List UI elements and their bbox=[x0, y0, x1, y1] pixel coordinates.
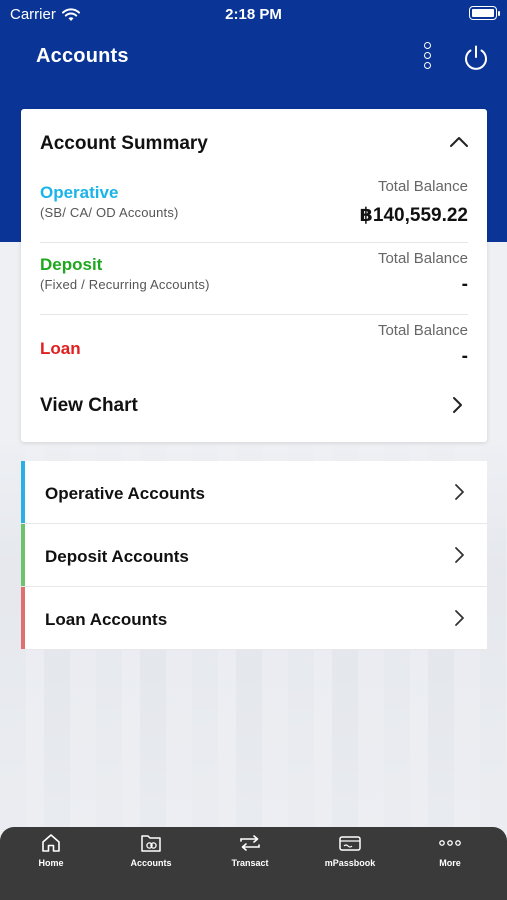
total-balance-label: Total Balance bbox=[377, 178, 468, 195]
tab-home[interactable]: Home bbox=[11, 833, 91, 868]
list-item-operative-accounts[interactable]: Operative Accounts bbox=[21, 461, 487, 524]
view-chart-link[interactable]: View Chart bbox=[40, 395, 138, 417]
home-icon bbox=[42, 834, 60, 852]
chevron-right-icon bbox=[455, 484, 464, 500]
tab-label: Home bbox=[38, 858, 64, 868]
battery-icon bbox=[469, 6, 500, 20]
tab-label: Transact bbox=[231, 858, 269, 868]
summary-row-deposit[interactable]: Deposit (Fixed / Recurring Accounts) Tot… bbox=[40, 243, 468, 315]
bottom-tab-bar: Home Accounts Transact mPassbook More bbox=[0, 827, 507, 900]
chevron-right-icon[interactable] bbox=[451, 396, 463, 414]
total-balance-label: Total Balance bbox=[377, 250, 468, 267]
row-subtitle-deposit: (Fixed / Recurring Accounts) bbox=[40, 277, 210, 292]
row-name-operative: Operative bbox=[40, 183, 119, 202]
list-item-deposit-accounts[interactable]: Deposit Accounts bbox=[21, 524, 487, 587]
list-item-label: Loan Accounts bbox=[45, 610, 168, 629]
tab-transact[interactable]: Transact bbox=[210, 833, 290, 868]
tab-label: mPassbook bbox=[324, 858, 376, 868]
row-subtitle-operative: (SB/ CA/ OD Accounts) bbox=[40, 205, 179, 220]
chevron-right-icon bbox=[455, 610, 464, 626]
passbook-card-icon bbox=[339, 836, 361, 851]
loan-color-bar bbox=[21, 587, 25, 649]
account-summary-card: Account Summary Operative (SB/ CA/ OD Ac… bbox=[21, 109, 487, 442]
list-item-label: Operative Accounts bbox=[45, 484, 205, 503]
chevron-right-icon bbox=[455, 547, 464, 563]
tab-label: Accounts bbox=[130, 858, 172, 868]
more-dots-icon bbox=[439, 840, 461, 846]
total-balance-value: ฿140,559.22 bbox=[359, 205, 468, 226]
row-name-loan: Loan bbox=[40, 339, 81, 358]
deposit-color-bar bbox=[21, 524, 25, 586]
total-balance-value: - bbox=[461, 274, 468, 295]
summary-row-loan[interactable]: Loan Total Balance - bbox=[40, 315, 468, 387]
status-bar: Carrier 2:18 PM bbox=[0, 0, 507, 30]
account-type-list: Operative Accounts Deposit Accounts Loan… bbox=[21, 461, 487, 650]
operative-color-bar bbox=[21, 461, 25, 523]
kebab-menu-icon[interactable] bbox=[420, 42, 434, 74]
total-balance-value: - bbox=[461, 346, 468, 367]
page-title: Accounts bbox=[36, 45, 129, 67]
transfer-arrows-icon bbox=[240, 835, 260, 851]
list-item-loan-accounts[interactable]: Loan Accounts bbox=[21, 587, 487, 650]
clock: 2:18 PM bbox=[225, 6, 282, 23]
summary-title: Account Summary bbox=[40, 133, 208, 154]
power-icon[interactable] bbox=[462, 44, 490, 72]
tab-accounts[interactable]: Accounts bbox=[111, 833, 191, 868]
chevron-up-icon[interactable] bbox=[449, 135, 469, 149]
row-name-deposit: Deposit bbox=[40, 255, 103, 274]
tab-label: More bbox=[439, 858, 461, 868]
tab-more[interactable]: More bbox=[410, 833, 490, 868]
total-balance-label: Total Balance bbox=[377, 322, 468, 339]
accounts-folder-icon bbox=[141, 835, 161, 852]
summary-row-operative[interactable]: Operative (SB/ CA/ OD Accounts) Total Ba… bbox=[40, 171, 468, 243]
tab-mpassbook[interactable]: mPassbook bbox=[310, 833, 390, 868]
list-item-label: Deposit Accounts bbox=[45, 547, 189, 566]
